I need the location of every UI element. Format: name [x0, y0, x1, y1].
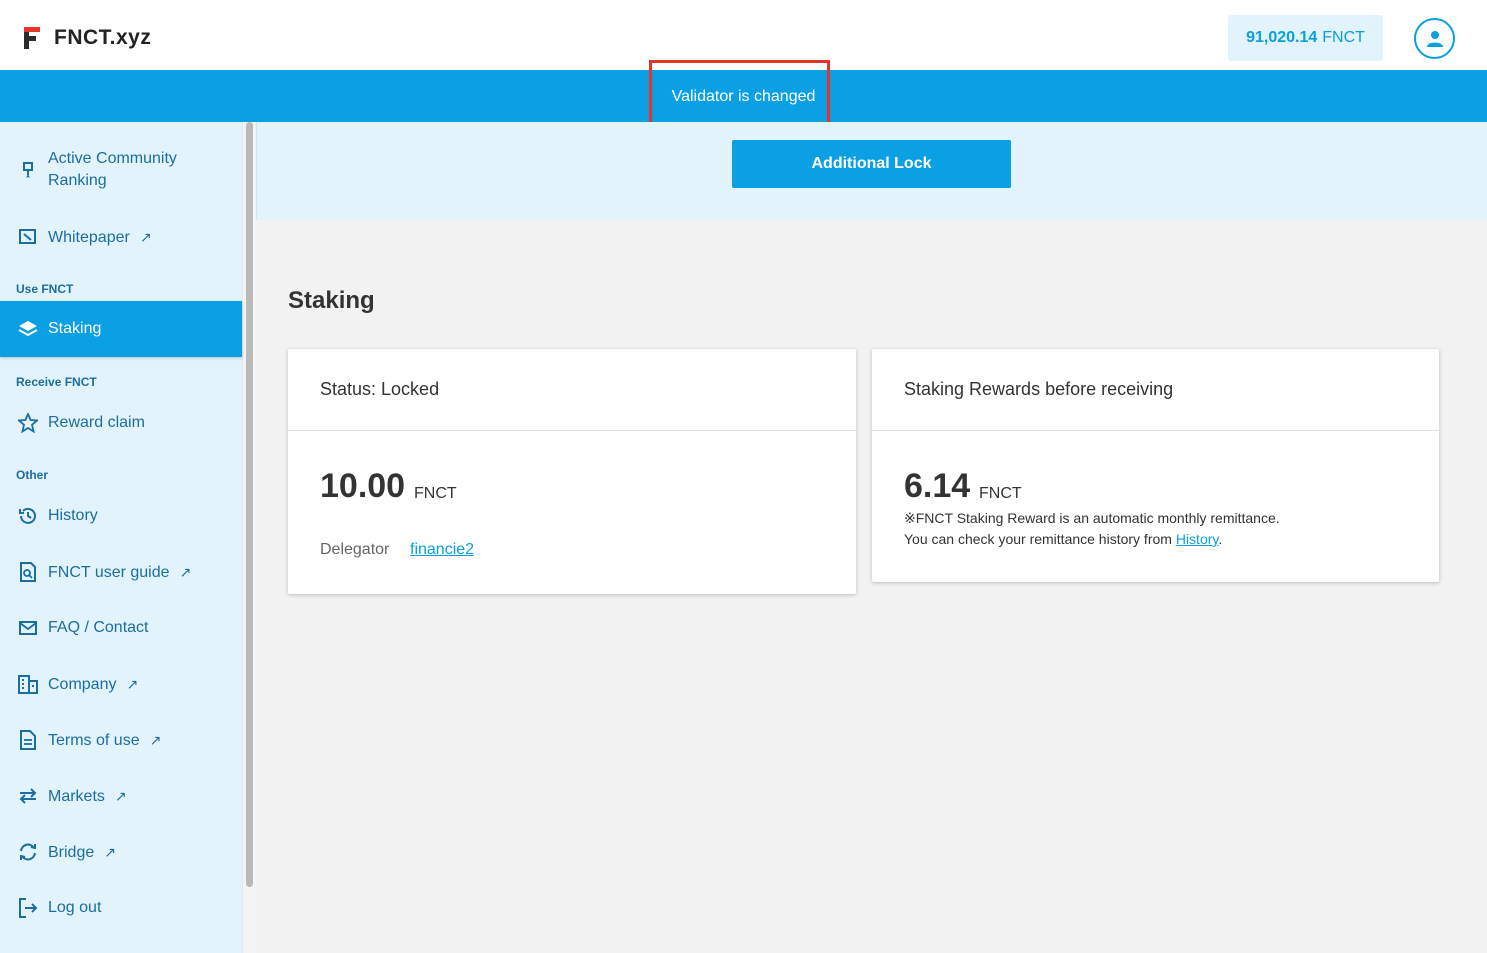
sidebar-item-label: Company	[48, 676, 117, 693]
history-link[interactable]: History	[1176, 531, 1219, 547]
building-icon	[18, 674, 38, 694]
sidebar-item-label: Active Community	[48, 150, 177, 167]
sidebar-item-label: Whitepaper	[48, 229, 130, 246]
external-link-icon: ↗	[149, 732, 162, 748]
locked-amount: 10.00	[320, 467, 406, 505]
section-label-receive: Receive FNCT	[16, 375, 97, 389]
banner-message: Validator is changed	[671, 88, 816, 105]
swap-icon	[18, 786, 38, 806]
logout-icon	[18, 898, 38, 918]
sidebar-item-label: Bridge	[48, 844, 95, 861]
bridge-icon	[18, 842, 38, 862]
external-link-icon: ↗	[104, 844, 116, 860]
top-header: FNCT.xyz 91,020.14 FNCT	[0, 0, 1487, 70]
notification-banner: Validator is changed	[0, 70, 1487, 122]
sidebar-item-staking[interactable]: Staking	[0, 301, 242, 357]
sidebar-item-label: Ranking	[48, 172, 107, 189]
balance-unit: FNCT	[1322, 29, 1365, 46]
sidebar-item-label: History	[48, 507, 98, 524]
status-card: Status: Locked 10.00 FNCT Delegator fina…	[288, 349, 856, 594]
delegator-label: Delegator	[320, 541, 390, 558]
medal-icon	[18, 162, 38, 182]
sidebar-item-label: Terms of use	[48, 732, 140, 749]
history-icon	[18, 506, 38, 526]
sidebar-item-user-guide[interactable]: FNCT user guide ↗	[0, 561, 242, 583]
section-label-other: Other	[16, 468, 49, 482]
sidebar-item-terms[interactable]: Terms of use ↗	[0, 729, 242, 751]
sidebar-item-label: Log out	[48, 899, 102, 916]
balance-badge[interactable]: 91,020.14 FNCT	[1228, 15, 1383, 61]
layers-icon	[18, 319, 38, 339]
locked-unit: FNCT	[414, 485, 457, 502]
sidebar-item-company[interactable]: Company ↗	[0, 673, 242, 695]
note-suffix: .	[1218, 531, 1223, 547]
star-icon	[18, 413, 38, 433]
sidebar-item-bridge[interactable]: Bridge ↗	[0, 841, 242, 863]
balance-value: 91,020.14	[1246, 29, 1318, 46]
sidebar-item-reward-claim[interactable]: Reward claim	[0, 412, 242, 434]
rewards-title: Staking Rewards before receiving	[904, 379, 1174, 399]
logo-text: FNCT.xyz	[54, 26, 152, 49]
logo[interactable]: FNCT.xyz	[24, 26, 151, 50]
sidebar-item-label: FAQ / Contact	[48, 619, 149, 636]
logo-icon	[24, 27, 40, 49]
reward-unit: FNCT	[979, 485, 1022, 502]
reward-history-note: You can check your remittance history fr…	[904, 531, 1222, 547]
sidebar-item-label: Reward claim	[48, 414, 145, 431]
sidebar-item-markets[interactable]: Markets ↗	[0, 785, 242, 807]
guide-icon	[18, 562, 38, 582]
scrollbar-thumb[interactable]	[246, 122, 253, 887]
sidebar-item-logout[interactable]: Log out	[0, 897, 242, 919]
external-link-icon: ↗	[126, 676, 139, 692]
sidebar-item-label: Markets	[48, 788, 105, 805]
sidebar-item-label: Staking	[48, 320, 102, 337]
card-header: Status: Locked	[288, 349, 856, 431]
external-link-icon: ↗	[139, 229, 152, 245]
sidebar-item-history[interactable]: History	[0, 505, 242, 527]
sidebar-item-faq-contact[interactable]: FAQ / Contact	[0, 617, 242, 639]
section-label-use: Use FNCT	[16, 282, 74, 296]
external-link-icon: ↗	[114, 788, 127, 804]
additional-lock-button[interactable]: Additional Lock	[732, 140, 1011, 188]
user-icon	[1426, 30, 1443, 47]
reward-amount: 6.14	[904, 467, 971, 505]
external-link-icon: ↗	[179, 564, 192, 580]
sidebar-item-label: FNCT user guide	[48, 564, 170, 581]
status-title: Status: Locked	[320, 379, 440, 399]
whitepaper-icon	[18, 227, 38, 247]
sidebar-item-whitepaper[interactable]: Whitepaper ↗	[0, 226, 242, 248]
document-icon	[18, 730, 38, 750]
sidebar-scrollbar[interactable]	[242, 122, 256, 953]
card-header: Staking Rewards before receiving	[872, 349, 1439, 431]
rewards-card: Staking Rewards before receiving 6.14 FN…	[872, 349, 1439, 582]
mail-icon	[18, 618, 38, 638]
user-avatar-button[interactable]	[1414, 18, 1455, 59]
page-title: Staking	[288, 287, 375, 314]
note-text: You can check your remittance history fr…	[904, 531, 1176, 547]
sidebar-item-ranking[interactable]: Active Community Ranking	[0, 148, 242, 196]
reward-note: ※FNCT Staking Reward is an automatic mon…	[904, 510, 1280, 526]
delegator-link[interactable]: financie2	[410, 541, 474, 559]
